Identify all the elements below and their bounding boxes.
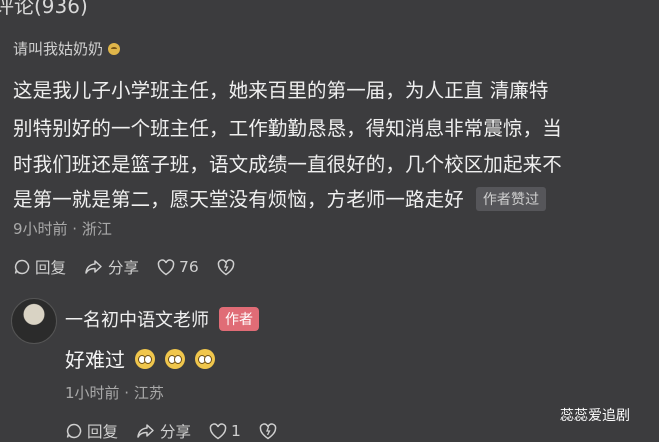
share-icon: [137, 424, 154, 438]
reply-icon: [66, 423, 82, 439]
share-label: 分享: [108, 259, 140, 277]
dislike-icon: [217, 258, 235, 275]
comment-author[interactable]: 请叫我姑奶奶: [13, 38, 121, 59]
comment-text-line: 时我们班还是篮子班，语文成绩一直很好的，几个校区加起来不: [13, 153, 562, 176]
comment-author-name: 请叫我姑奶奶: [13, 40, 104, 58]
reply-author[interactable]: 一名初中语文老师 作者: [65, 306, 259, 332]
comment-text-line: 别特别好的一个班主任，工作勤勤恳恳，得知消息非常震惊，当: [13, 117, 562, 140]
sad-emoji-icon: [165, 348, 185, 369]
share-label: 分享: [160, 423, 192, 441]
reply-author-avatar[interactable]: [11, 298, 57, 344]
comment-meta: 9小时前 · 浙江: [13, 220, 112, 238]
reply-content: 好难过: [65, 344, 215, 373]
reply-label: 回复: [87, 423, 119, 441]
comment-text-line: 是第一就是第二，愿天堂没有烦恼，方老师一路走好: [13, 188, 464, 211]
sad-emoji-icon: [135, 348, 155, 369]
reply-button[interactable]: 回复: [65, 420, 118, 442]
like-icon: [209, 422, 227, 439]
author-badge: 作者: [219, 307, 259, 331]
like-button[interactable]: 76: [157, 258, 199, 276]
like-icon: [157, 258, 175, 275]
reply-author-name: 一名初中语文老师: [65, 310, 209, 331]
comment-actions: 回复 分享 76: [13, 256, 253, 278]
reply-icon: [14, 259, 30, 275]
comment-text-line-last: 是第一就是第二，愿天堂没有烦恼，方老师一路走好 作者赞过: [13, 183, 547, 212]
like-count: 76: [179, 258, 199, 276]
watermark: 蕊蕊爱追剧: [560, 408, 630, 424]
like-button[interactable]: 1: [209, 422, 241, 440]
dislike-button[interactable]: [217, 258, 235, 276]
share-icon: [85, 260, 102, 274]
comment-text-line: 这是我儿子小学班主任，她来百里的第一届，为人正直 清廉特: [13, 79, 549, 102]
reply-actions: 回复 分享 1: [65, 420, 295, 442]
share-button[interactable]: 分享: [136, 420, 191, 442]
dislike-icon: [259, 422, 277, 439]
comments-header: 评论(936): [0, 0, 88, 18]
like-count: 1: [231, 422, 241, 440]
share-button[interactable]: 分享: [84, 256, 139, 278]
reply-meta: 1小时前 · 江苏: [65, 384, 164, 402]
author-liked-badge: 作者赞过: [475, 187, 547, 211]
reply-text: 好难过: [65, 348, 125, 372]
reply-button[interactable]: 回复: [13, 256, 66, 278]
smile-emoji-icon: [108, 42, 121, 55]
sad-emoji-icon: [195, 348, 215, 369]
dislike-button[interactable]: [259, 422, 277, 440]
reply-label: 回复: [35, 259, 67, 277]
